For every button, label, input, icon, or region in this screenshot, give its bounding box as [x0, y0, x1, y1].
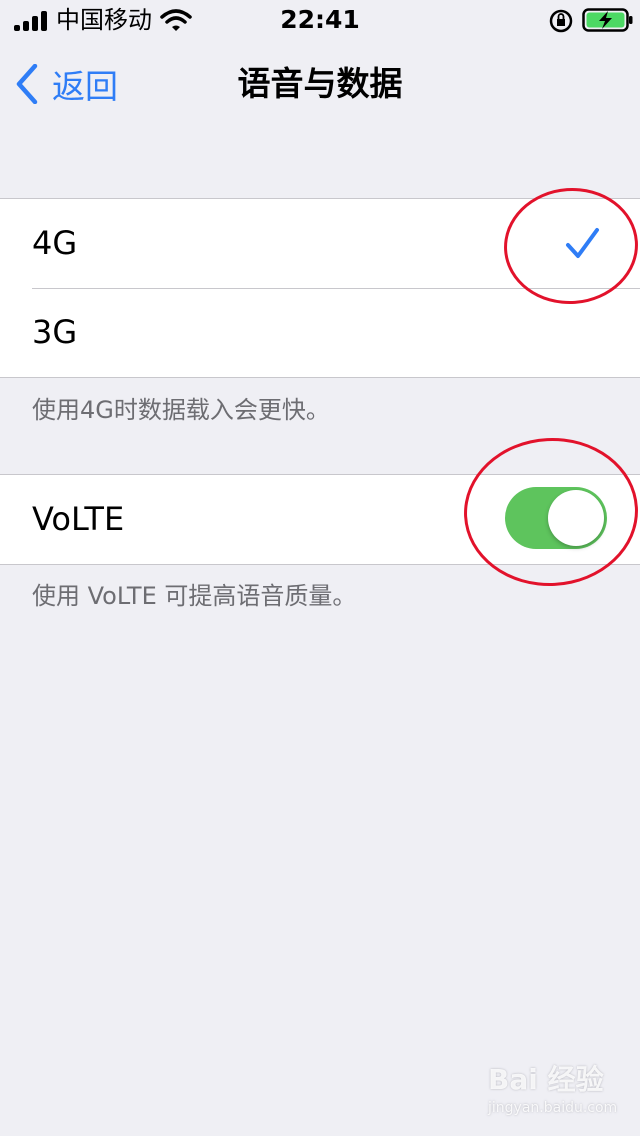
watermark-logo: Bai 经验: [488, 1063, 604, 1096]
navigation-bar: 返回 语音与数据: [0, 40, 640, 128]
rotation-lock-icon: [549, 9, 573, 33]
volte-footer: 使用 VoLTE 可提高语音质量。: [32, 582, 357, 610]
option-3g[interactable]: 3G: [0, 288, 640, 377]
watermark-url: jingyan.baidu.com: [488, 1100, 618, 1116]
battery-charging-icon: [582, 8, 633, 32]
page-title: 语音与数据: [237, 64, 403, 103]
status-bar: 中国移动 22:41: [0, 0, 640, 40]
annotation-circle-toggle: [460, 433, 640, 591]
volte-label: VoLTE: [32, 500, 125, 538]
option-4g-label: 4G: [32, 224, 78, 262]
status-time: 22:41: [280, 5, 360, 34]
network-footer: 使用4G时数据载入会更快。: [32, 396, 330, 424]
option-3g-label: 3G: [32, 313, 78, 351]
